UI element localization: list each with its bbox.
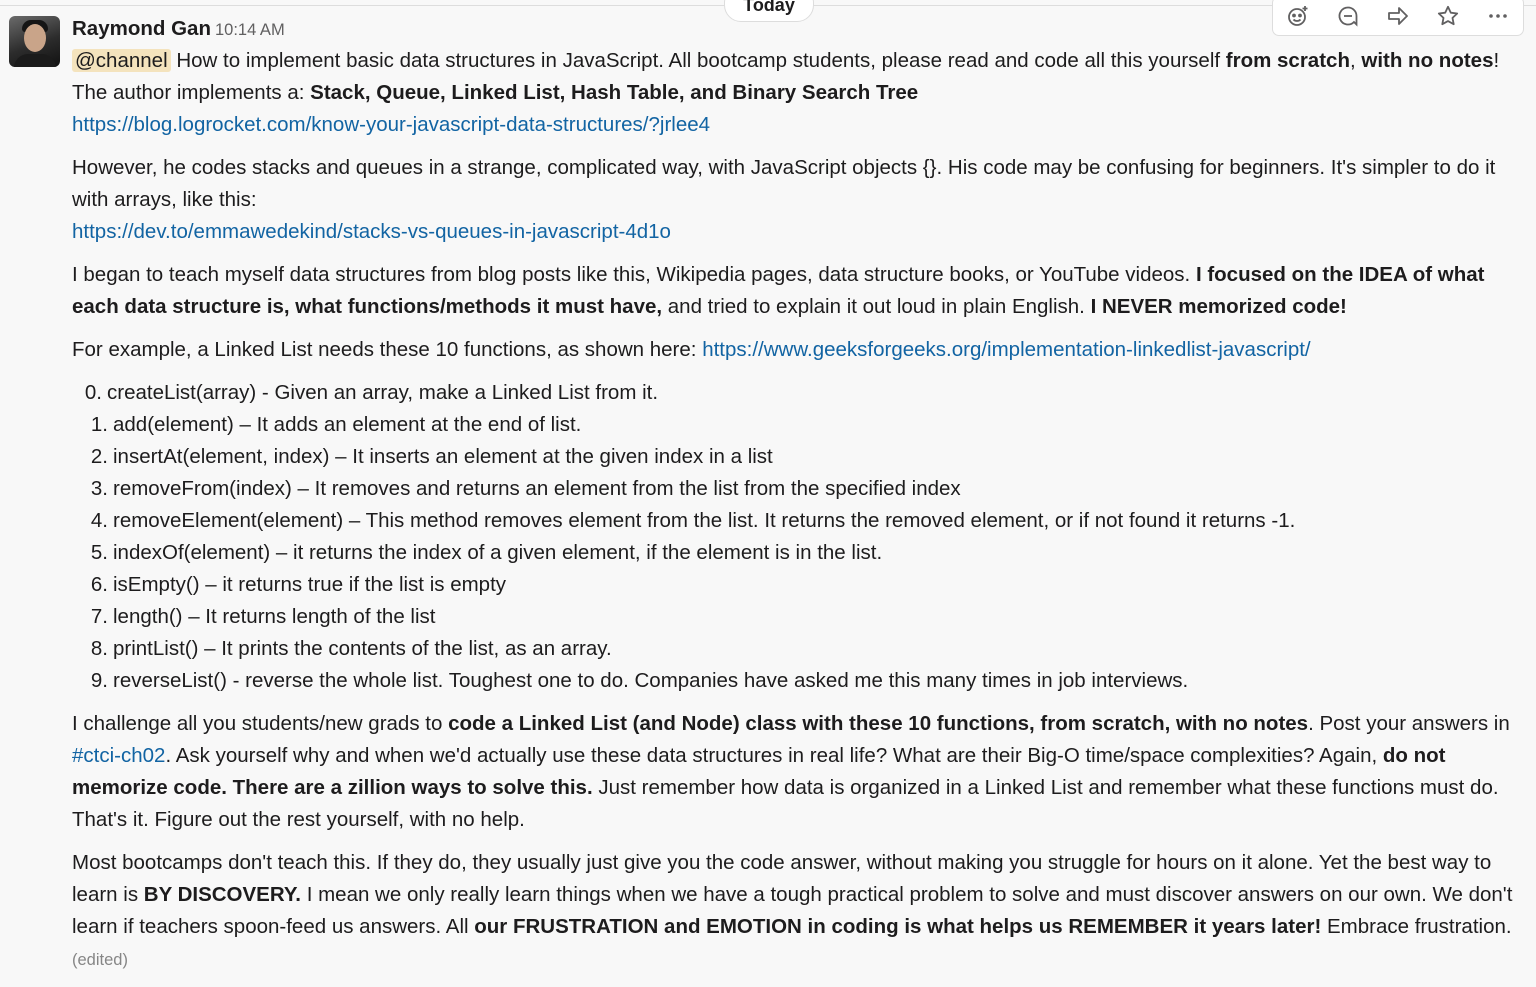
list-number: 7. [90, 605, 108, 628]
list-item-text: createList(array) - Given an array, make… [107, 381, 659, 404]
sender-name[interactable]: Raymond Gan [72, 17, 211, 40]
bold-span: I NEVER memorized code! [1090, 295, 1347, 318]
list-item-text: removeFrom(index) – It removes and retur… [113, 477, 961, 500]
timestamp[interactable]: 10:14 AM [215, 21, 285, 39]
list-item-text: insertAt(element, index) – It inserts an… [113, 445, 773, 468]
channel-link[interactable]: #ctci-ch02 [72, 744, 165, 767]
text-span: For example, a Linked List needs these 1… [72, 338, 703, 361]
message-body: Raymond Gan 10:14 AM @channel How to impl… [72, 14, 1528, 987]
text-span: . Post your answers in [1308, 712, 1510, 735]
list-number: 3. [90, 477, 108, 500]
bold-span: Stack, Queue, Linked List, Hash Table, a… [310, 81, 919, 104]
list-item: 0. createList(array) - Given an array, ma… [72, 377, 1528, 409]
list-number: 0. [84, 381, 102, 404]
list-item: 2. insertAt(element, index) – It inserts … [72, 441, 1528, 473]
text-span: How to implement basic data structures i… [170, 49, 1226, 72]
devto-link[interactable]: https://dev.to/emmawedekind/stacks-vs-qu… [72, 220, 671, 243]
list-item: 7. length() – It returns length of the li… [72, 601, 1528, 633]
paragraph-intro: @channel How to implement basic data str… [72, 45, 1528, 141]
list-item: 3. removeFrom(index) – It removes and ret… [72, 473, 1528, 505]
functions-list: 0. createList(array) - Given an array, ma… [72, 377, 1528, 697]
text-span: , [1349, 49, 1362, 72]
bold-span: our FRUSTRATION and EMOTION in coding is… [474, 915, 1322, 938]
message-header: Raymond Gan 10:14 AM [72, 14, 1528, 45]
list-item-text: add(element) – It adds an element at the… [113, 413, 582, 436]
bold-span: from scratch [1225, 49, 1350, 72]
list-number: 9. [90, 669, 108, 692]
paragraph-self-teach: I began to teach myself data structures … [72, 259, 1528, 323]
bold-span: BY DISCOVERY. [143, 883, 301, 906]
paragraph-example: For example, a Linked List needs these 1… [72, 334, 1528, 366]
list-item: 1. add(element) – It adds an element at t… [72, 409, 1528, 441]
list-item: 8. printList() – It prints the contents o… [72, 633, 1528, 665]
list-number: 2. [90, 445, 108, 468]
list-item-text: indexOf(element) – it returns the index … [113, 541, 883, 564]
text-span: . Ask yourself why and when we'd actuall… [165, 744, 1383, 767]
paragraph-challenge: I challenge all you students/new grads t… [72, 708, 1528, 836]
list-item-text: isEmpty() – it returns true if the list … [113, 573, 507, 596]
list-item: 5. indexOf(element) – it returns the inde… [72, 537, 1528, 569]
list-item-text: reverseList() - reverse the whole list. … [113, 669, 1189, 692]
list-item-text: printList() – It prints the contents of … [113, 637, 612, 660]
edited-label: (edited) [72, 951, 128, 969]
list-number: 1. [90, 413, 108, 436]
text-span: I challenge all you students/new grads t… [72, 712, 449, 735]
list-number: 6. [90, 573, 108, 596]
bold-span: code a Linked List (and Node) class with… [448, 712, 1309, 735]
geeksforgeeks-link[interactable]: https://www.geeksforgeeks.org/implementa… [702, 338, 1310, 361]
text-span: I began to teach myself data structures … [72, 263, 1196, 286]
text-span: and tried to explain it out loud in plai… [662, 295, 1091, 318]
list-number: 8. [90, 637, 108, 660]
list-item-text: length() – It returns length of the list [113, 605, 436, 628]
list-number: 5. [90, 541, 108, 564]
list-item: 4. removeElement(element) – This method r… [72, 505, 1528, 537]
bold-span: with no notes [1361, 49, 1494, 72]
text-span: Embrace frustration. [1321, 915, 1512, 938]
avatar[interactable] [9, 16, 60, 67]
paragraph-discovery: Most bootcamps don't teach this. If they… [72, 847, 1528, 976]
list-number: 4. [90, 509, 108, 532]
list-item: 6. isEmpty() – it returns true if the lis… [72, 569, 1528, 601]
logrocket-link[interactable]: https://blog.logrocket.com/know-your-jav… [72, 113, 710, 136]
list-item-text: removeElement(element) – This method rem… [113, 509, 1296, 532]
paragraph-stacks-queues: However, he codes stacks and queues in a… [72, 152, 1528, 248]
channel-mention[interactable]: @channel [72, 49, 171, 72]
text-span: However, he codes stacks and queues in a… [72, 156, 1496, 211]
list-item: 9. reverseList() - reverse the whole list… [72, 665, 1528, 697]
